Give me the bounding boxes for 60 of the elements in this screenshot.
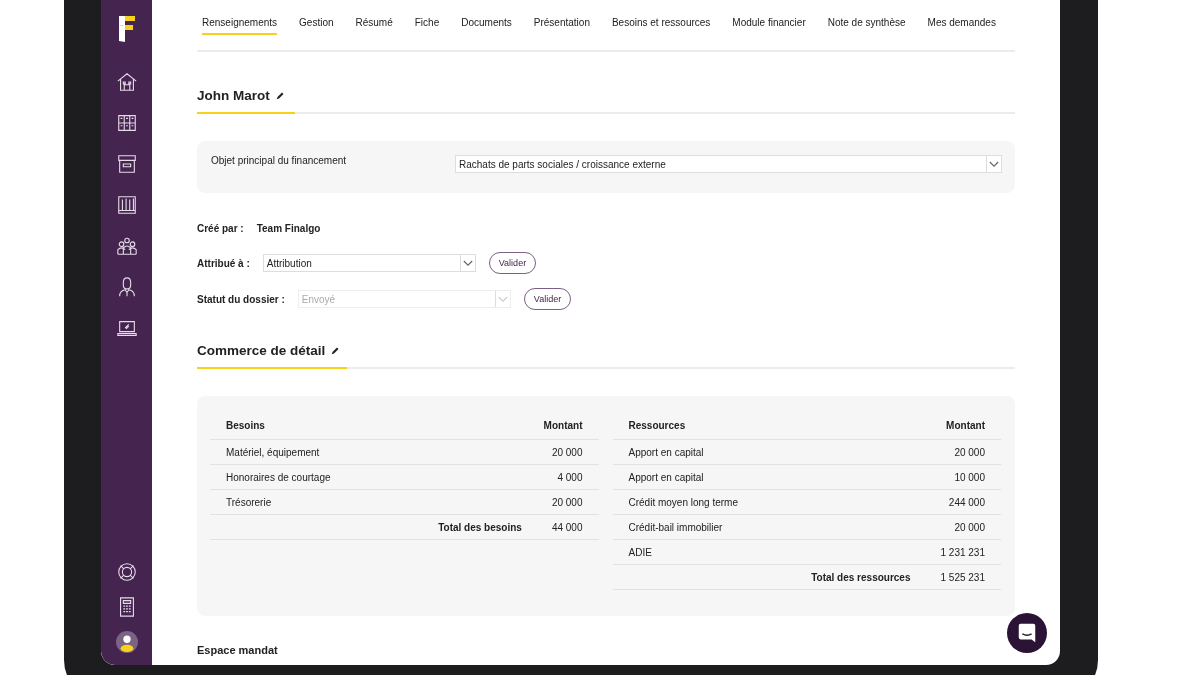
total-amount: 44 000 bbox=[551, 521, 583, 533]
table-cell: 4 000 bbox=[557, 471, 583, 483]
total-label: Total des besoins bbox=[437, 521, 523, 533]
table-cell-text: Matériel, équipement bbox=[226, 446, 321, 458]
total-amount: 1 525 231 bbox=[940, 571, 985, 583]
table-cell-text: Apport en capital bbox=[628, 471, 705, 483]
pencil-icon[interactable] bbox=[275, 90, 285, 100]
table-cell: 20 000 bbox=[954, 521, 985, 533]
people-icon[interactable] bbox=[115, 235, 138, 257]
table-cell: 244 000 bbox=[948, 496, 985, 508]
house-icon[interactable] bbox=[115, 71, 138, 93]
tab[interactable]: Mes demandes bbox=[927, 17, 996, 35]
logo-icon[interactable] bbox=[117, 15, 136, 43]
tab[interactable]: Gestion bbox=[299, 17, 334, 35]
field-label: Créé par : bbox=[197, 222, 244, 234]
total-label: Total des ressources bbox=[810, 571, 912, 583]
tab[interactable]: Résumé bbox=[355, 17, 393, 35]
table-cell: 20 000 bbox=[954, 446, 985, 458]
pencil-icon[interactable] bbox=[331, 345, 341, 355]
section-title: Espace mandat bbox=[197, 644, 279, 656]
tab[interactable]: Documents bbox=[461, 17, 512, 35]
lifebuoy-icon[interactable] bbox=[115, 561, 138, 583]
tab[interactable]: Note de synthèse bbox=[827, 17, 906, 35]
column-header: Besoins bbox=[226, 420, 266, 431]
tab[interactable]: Module financier bbox=[732, 17, 806, 35]
chat-icon bbox=[1016, 622, 1038, 644]
client-name: John Marot bbox=[197, 87, 270, 103]
table-cell: 1 231 231 bbox=[940, 546, 985, 558]
field-label: Attribué à : bbox=[197, 257, 250, 269]
chevron-icon bbox=[497, 295, 508, 303]
table-cell-text: Crédit-bail immobilier bbox=[628, 521, 724, 533]
table-cell-text: ADIE bbox=[628, 546, 653, 558]
section-title: Commerce de détail bbox=[197, 342, 326, 358]
chat-button[interactable] bbox=[1007, 613, 1047, 653]
box-icon[interactable] bbox=[115, 153, 138, 175]
column-header: Ressources bbox=[628, 420, 687, 431]
field-label: Statut du dossier : bbox=[197, 293, 285, 305]
bookshelf-icon[interactable] bbox=[115, 194, 138, 216]
chevron-icon bbox=[462, 259, 473, 267]
table-cell: 20 000 bbox=[551, 496, 583, 508]
cabinet-icon[interactable] bbox=[115, 112, 138, 134]
chevron-icon bbox=[989, 160, 999, 168]
table-cell-text: Apport en capital bbox=[628, 446, 705, 458]
tab[interactable]: Présentation bbox=[533, 17, 590, 35]
column-header: Montant bbox=[543, 420, 583, 431]
tab[interactable]: Besoins et ressources bbox=[611, 17, 711, 35]
table-cell-text: Crédit moyen long terme bbox=[628, 496, 739, 508]
tab[interactable]: Fiche bbox=[414, 17, 440, 35]
table-cell: 20 000 bbox=[551, 446, 583, 458]
column-header: Montant bbox=[946, 420, 985, 431]
table-cell-text: Honoraires de courtage bbox=[226, 471, 332, 483]
field-label: Objet principal du financement bbox=[211, 155, 348, 166]
creator-name: Team Finalgo bbox=[256, 222, 321, 234]
tab[interactable]: Renseignements bbox=[202, 17, 278, 35]
select-field[interactable]: Rachats de parts sociales / croissance externe bbox=[455, 155, 1002, 173]
table-cell: 10 000 bbox=[954, 471, 985, 483]
avatar-icon[interactable] bbox=[115, 631, 138, 653]
select-field[interactable]: Attribution bbox=[262, 254, 476, 272]
validate-button[interactable]: Valider bbox=[488, 252, 537, 274]
table-cell-text: Trésorerie bbox=[226, 496, 273, 508]
